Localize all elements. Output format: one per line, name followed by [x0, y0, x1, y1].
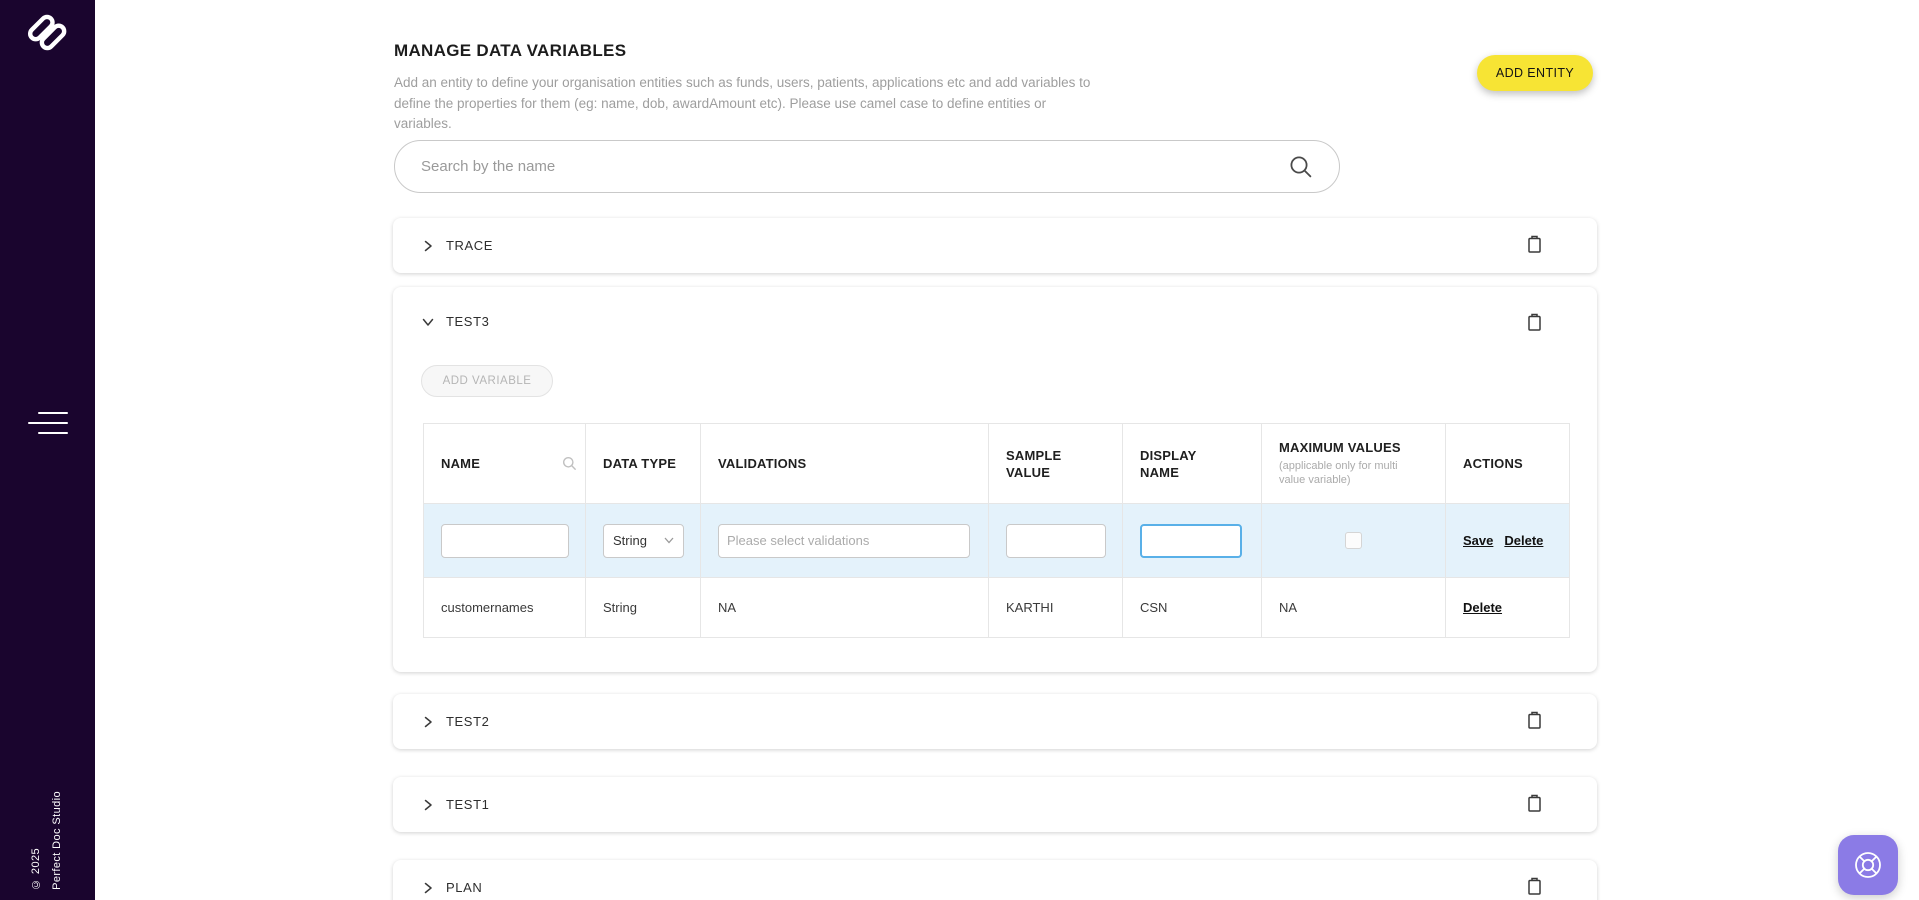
header-actions-label: ACTIONS: [1463, 456, 1523, 471]
delete-entity-trace-button[interactable]: [1523, 234, 1545, 256]
validations-input[interactable]: [718, 524, 970, 558]
cell-validations: NA: [701, 578, 989, 637]
add-entity-button[interactable]: ADD ENTITY: [1477, 55, 1593, 91]
header-data-type: DATA TYPE: [586, 424, 701, 503]
edit-validations-cell: [701, 504, 989, 577]
table-header-row: NAME DATA TYPE VALIDATIONS SAMPLE VALUE …: [424, 424, 1569, 504]
chevron-down-icon: [421, 315, 435, 329]
edit-sample-value-cell: [989, 504, 1123, 577]
cell-name: customernames: [424, 578, 586, 637]
cell-maximum-values: NA: [1262, 578, 1446, 637]
data-type-select[interactable]: String: [603, 524, 684, 558]
header-sample-value-label: SAMPLE VALUE: [1006, 447, 1078, 481]
section-trace-toggle[interactable]: TRACE: [421, 238, 493, 253]
help-chat-button[interactable]: [1838, 835, 1898, 895]
delete-row-link[interactable]: Delete: [1463, 600, 1502, 615]
section-test1-label: TEST1: [446, 797, 489, 812]
page-subtitle: Add an entity to define your organisatio…: [394, 73, 1094, 135]
edit-actions-cell: Save Delete: [1446, 504, 1569, 577]
display-name-input[interactable]: [1140, 524, 1242, 558]
save-variable-link[interactable]: Save: [1463, 533, 1493, 548]
header-name-label: NAME: [441, 456, 480, 471]
header-display-name: DISPLAY NAME: [1123, 424, 1262, 503]
menu-icon[interactable]: [28, 412, 68, 434]
header-validations-label: VALIDATIONS: [718, 456, 806, 471]
section-test2: TEST2: [393, 694, 1597, 749]
cell-actions: Delete: [1446, 578, 1569, 637]
subtitle-line-1: Add an entity to define your organisatio…: [394, 73, 1094, 94]
menu-bar: [38, 432, 68, 434]
header-name: NAME: [424, 424, 586, 503]
delete-variable-link[interactable]: Delete: [1504, 533, 1543, 548]
section-test3: TEST3 ADD VARIABLE NAME DATA TYPE VALIDA…: [393, 287, 1597, 672]
variable-name-input[interactable]: [441, 524, 569, 558]
copyright-brand: Perfect Doc Studio: [47, 791, 68, 890]
delete-entity-plan-button[interactable]: [1523, 876, 1545, 898]
column-search-icon[interactable]: [562, 456, 577, 471]
section-test3-toggle[interactable]: TEST3: [421, 314, 489, 329]
section-plan: PLAN: [393, 860, 1597, 900]
header-validations: VALIDATIONS: [701, 424, 989, 503]
chevron-right-icon: [421, 798, 435, 812]
header-maximum-values-note: (applicable only for multi value variabl…: [1279, 459, 1425, 487]
stacked-pages-logo-icon: [24, 10, 70, 56]
variables-table: NAME DATA TYPE VALIDATIONS SAMPLE VALUE …: [423, 423, 1570, 638]
trash-icon: [1525, 234, 1544, 255]
header-display-name-label: DISPLAY NAME: [1140, 447, 1212, 481]
app-logo[interactable]: [24, 10, 70, 56]
section-plan-label: PLAN: [446, 880, 482, 895]
new-variable-row: String Save Delete: [424, 504, 1569, 578]
chevron-right-icon: [421, 715, 435, 729]
delete-entity-test3-button[interactable]: [1523, 312, 1545, 334]
trash-icon: [1525, 710, 1544, 731]
life-buoy-icon: [1852, 849, 1884, 881]
cell-sample-value: KARTHI: [989, 578, 1123, 637]
copyright-year: © 2025: [26, 791, 47, 890]
page-title: MANAGE DATA VARIABLES: [394, 41, 626, 61]
cell-data-type: String: [586, 578, 701, 637]
sidebar: © 2025 Perfect Doc Studio: [0, 0, 95, 900]
search-input[interactable]: [394, 140, 1340, 193]
section-test3-label: TEST3: [446, 314, 489, 329]
section-test1-toggle[interactable]: TEST1: [421, 797, 489, 812]
edit-name-cell: [424, 504, 586, 577]
trash-icon: [1525, 876, 1544, 897]
section-trace-label: TRACE: [446, 238, 493, 253]
header-maximum-values: MAXIMUM VALUES (applicable only for mult…: [1262, 424, 1446, 503]
search-icon[interactable]: [1288, 154, 1314, 180]
section-trace: TRACE: [393, 218, 1597, 273]
data-type-selected-value: String: [613, 533, 647, 548]
sample-value-input[interactable]: [1006, 524, 1106, 558]
table-row: customernames String NA KARTHI CSN NA De…: [424, 578, 1569, 638]
header-data-type-label: DATA TYPE: [603, 456, 676, 471]
chevron-right-icon: [421, 239, 435, 253]
chevron-down-icon: [664, 537, 674, 544]
header-actions: ACTIONS: [1446, 424, 1569, 503]
edit-display-name-cell: [1123, 504, 1262, 577]
section-test1: TEST1: [393, 777, 1597, 832]
edit-data-type-cell: String: [586, 504, 701, 577]
header-maximum-values-label: MAXIMUM VALUES: [1279, 440, 1425, 455]
section-test2-label: TEST2: [446, 714, 489, 729]
menu-bar: [28, 422, 68, 424]
chevron-right-icon: [421, 881, 435, 895]
edit-maximum-values-cell: [1262, 504, 1446, 577]
search-bar: [394, 140, 1340, 193]
cell-display-name: CSN: [1123, 578, 1262, 637]
menu-bar: [38, 412, 68, 414]
section-plan-toggle[interactable]: PLAN: [421, 880, 482, 895]
multi-value-checkbox[interactable]: [1345, 532, 1362, 549]
delete-entity-test2-button[interactable]: [1523, 710, 1545, 732]
section-test2-toggle[interactable]: TEST2: [421, 714, 489, 729]
header-sample-value: SAMPLE VALUE: [989, 424, 1123, 503]
delete-entity-test1-button[interactable]: [1523, 793, 1545, 815]
add-variable-button[interactable]: ADD VARIABLE: [421, 365, 553, 397]
copyright-text: © 2025 Perfect Doc Studio: [26, 791, 68, 890]
trash-icon: [1525, 793, 1544, 814]
subtitle-line-2: define the properties for them (eg: name…: [394, 94, 1094, 135]
trash-icon: [1525, 312, 1544, 333]
